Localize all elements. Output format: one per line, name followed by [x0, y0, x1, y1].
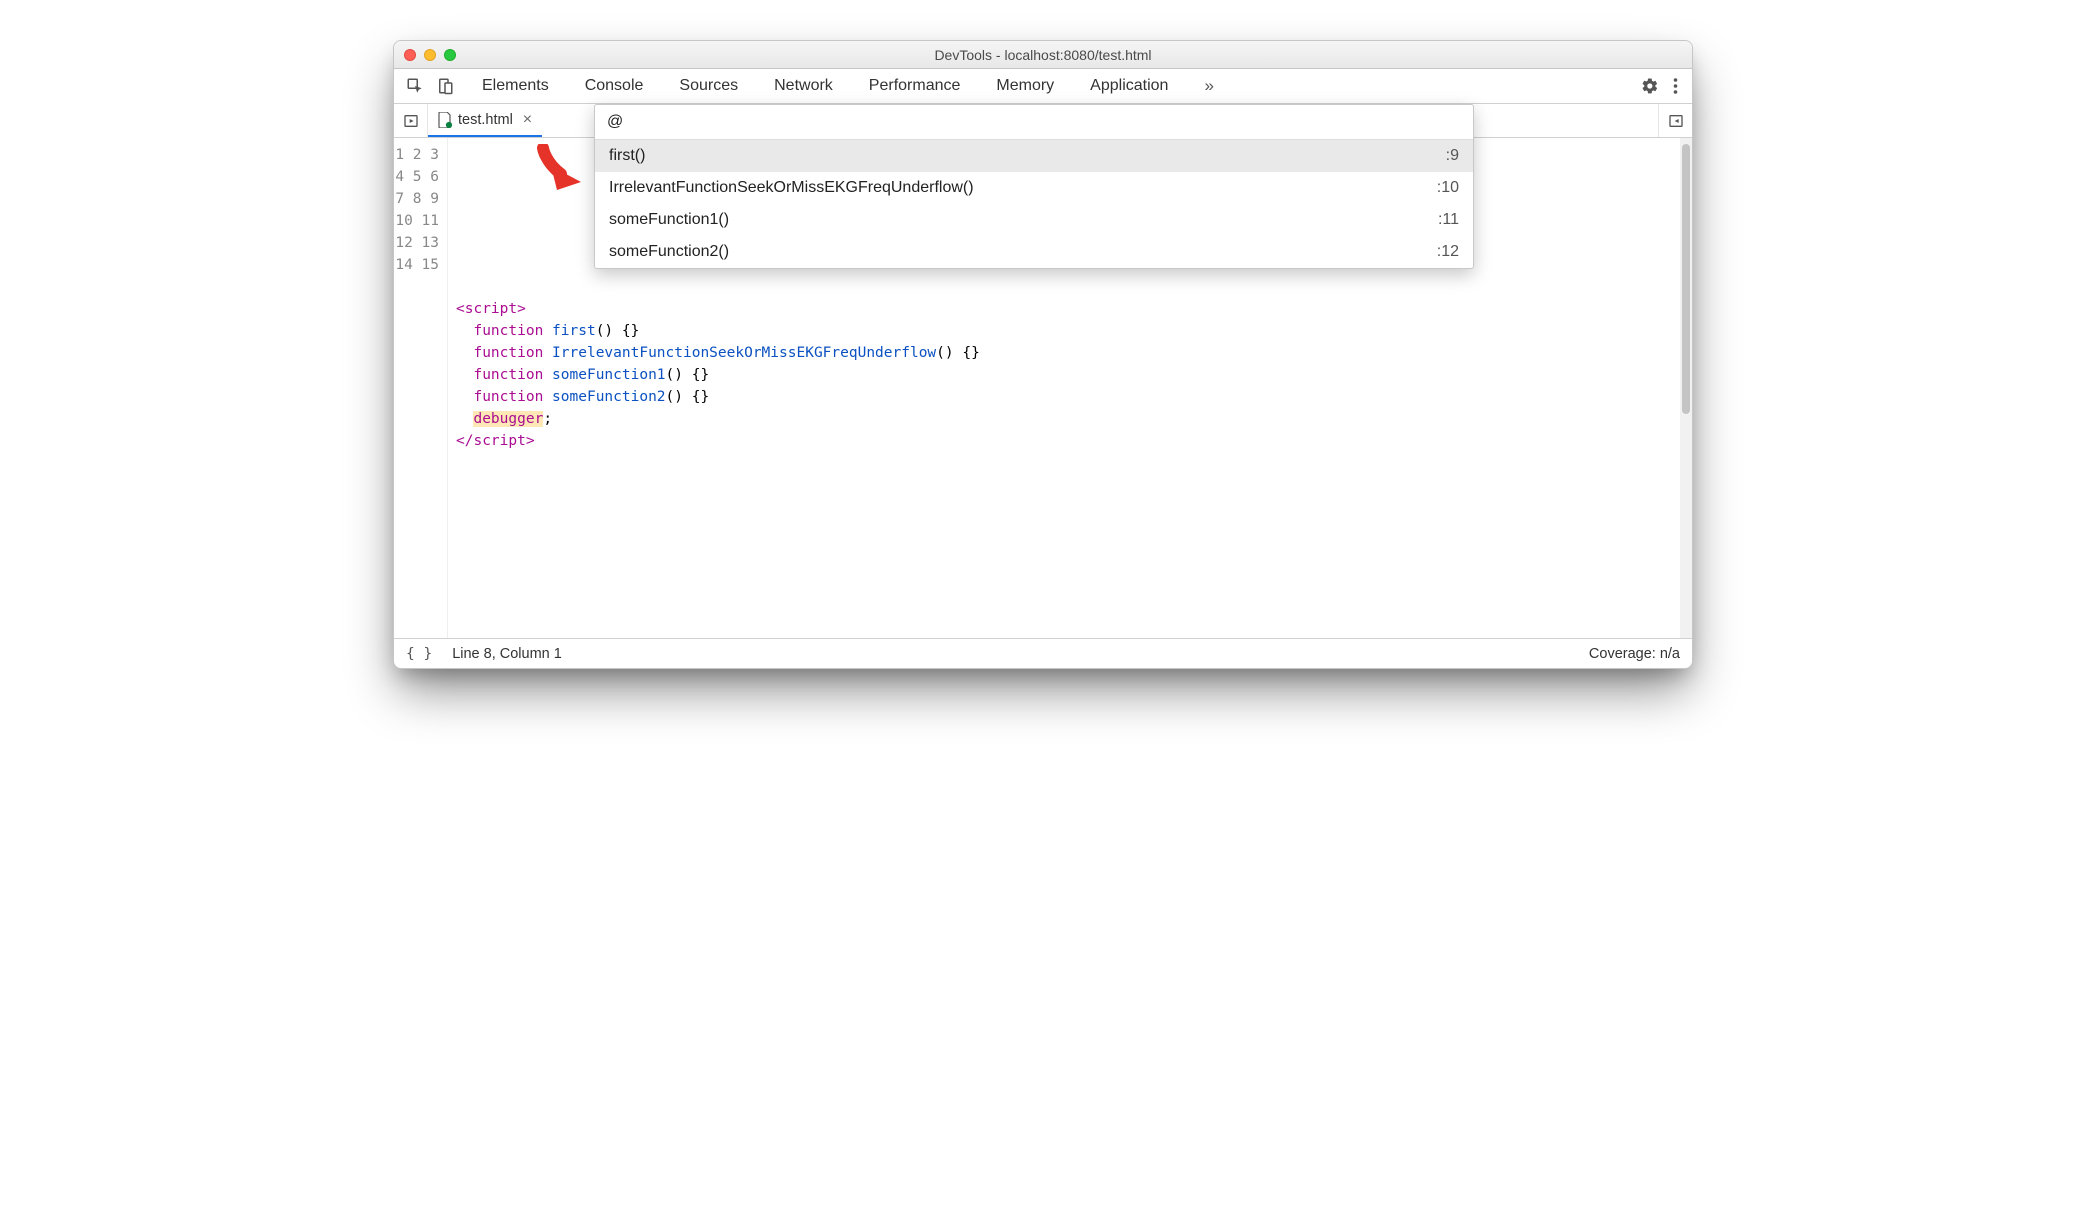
cursor-position: Line 8, Column 1 — [452, 646, 562, 662]
file-tab-test-html[interactable]: test.html × — [428, 104, 542, 137]
tab-application[interactable]: Application — [1086, 69, 1172, 103]
file-icon — [438, 112, 452, 128]
quickopen-panel: @ first() :9 IrrelevantFunctionSeekOrMis… — [594, 104, 1474, 269]
quickopen-item-line: :9 — [1446, 147, 1459, 165]
zoom-window-button[interactable] — [444, 49, 456, 61]
settings-button[interactable] — [1641, 77, 1659, 95]
panel-tabs: Elements Console Sources Network Perform… — [478, 69, 1641, 103]
sources-subbar: test.html × @ first() :9 IrrelevantFunct… — [394, 104, 1692, 138]
vertical-scrollbar[interactable] — [1680, 138, 1692, 638]
tab-console[interactable]: Console — [581, 69, 648, 103]
tab-overflow[interactable]: » — [1200, 69, 1213, 103]
quickopen-item-line: :10 — [1437, 179, 1459, 197]
tab-elements[interactable]: Elements — [478, 69, 553, 103]
quickopen-item-line: :12 — [1437, 243, 1459, 261]
main-toolbar: Elements Console Sources Network Perform… — [394, 69, 1692, 104]
quickopen-item-label: first() — [609, 147, 645, 165]
coverage-status: Coverage: n/a — [1589, 646, 1680, 662]
quickopen-results: first() :9 IrrelevantFunctionSeekOrMissE… — [595, 140, 1473, 268]
close-file-tab-button[interactable]: × — [523, 111, 532, 129]
minimize-window-button[interactable] — [424, 49, 436, 61]
device-toggle-button[interactable] — [430, 69, 460, 103]
window-title: DevTools - localhost:8080/test.html — [394, 47, 1692, 63]
quickopen-input[interactable]: @ — [595, 105, 1473, 140]
statusbar: { } Line 8, Column 1 Coverage: n/a — [394, 638, 1692, 668]
tab-sources[interactable]: Sources — [675, 69, 742, 103]
pretty-print-button[interactable]: { } — [406, 646, 432, 662]
close-window-button[interactable] — [404, 49, 416, 61]
devtools-window: DevTools - localhost:8080/test.html Elem… — [393, 40, 1693, 669]
more-menu-button[interactable] — [1673, 77, 1678, 95]
tab-network[interactable]: Network — [770, 69, 837, 103]
scrollbar-thumb[interactable] — [1682, 144, 1690, 414]
quickopen-item[interactable]: first() :9 — [595, 140, 1473, 172]
quickopen-item-label: someFunction1() — [609, 211, 729, 229]
window-controls — [404, 49, 456, 61]
inspect-element-button[interactable] — [400, 69, 430, 103]
quickopen-item[interactable]: someFunction1() :11 — [595, 204, 1473, 236]
quickopen-item[interactable]: IrrelevantFunctionSeekOrMissEKGFreqUnder… — [595, 172, 1473, 204]
file-tab-label: test.html — [458, 112, 513, 128]
navigator-toggle-button[interactable] — [394, 104, 428, 137]
quickopen-item[interactable]: someFunction2() :12 — [595, 236, 1473, 268]
quickopen-item-label: someFunction2() — [609, 243, 729, 261]
tab-memory[interactable]: Memory — [992, 69, 1058, 103]
line-number-gutter: 1 2 3 4 5 6 7 8 9 10 11 12 13 14 15 — [394, 138, 448, 638]
quickopen-item-label: IrrelevantFunctionSeekOrMissEKGFreqUnder… — [609, 179, 974, 197]
titlebar: DevTools - localhost:8080/test.html — [394, 41, 1692, 69]
chevron-double-right-icon: » — [1204, 76, 1209, 96]
quickopen-item-line: :11 — [1438, 211, 1459, 229]
tab-performance[interactable]: Performance — [865, 69, 965, 103]
debugger-pane-toggle[interactable] — [1658, 104, 1692, 137]
